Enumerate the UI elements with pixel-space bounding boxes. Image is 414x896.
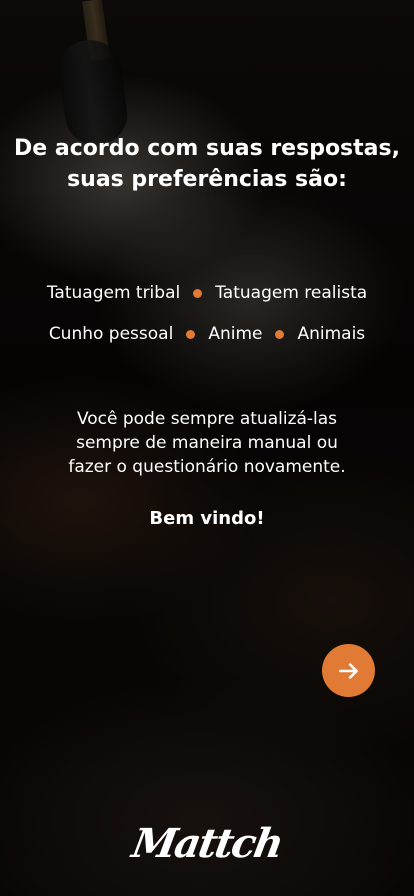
arrow-right-icon <box>338 662 358 679</box>
separator-dot-icon <box>193 288 203 298</box>
preference-tag: Anime <box>208 324 263 344</box>
info-text: Você pode sempre atualizá-las sempre de … <box>0 407 414 479</box>
preference-tag: Cunho pessoal <box>48 324 174 344</box>
preferences-list: Tatuagem tribal Tatuagem realista Cunho … <box>0 280 414 362</box>
preferences-row-1: Tatuagem tribal Tatuagem realista <box>0 280 414 306</box>
preference-tag: Tatuagem tribal <box>46 283 181 303</box>
preference-tag: Tatuagem realista <box>215 283 368 303</box>
separator-dot-icon <box>186 329 196 339</box>
separator-dot-icon <box>275 329 285 339</box>
welcome-text: Bem vindo! <box>149 508 265 529</box>
next-button[interactable] <box>322 644 375 697</box>
preference-tag: Animais <box>297 324 366 344</box>
preferences-result-screen: De acordo com suas respostas, suas prefe… <box>0 0 414 896</box>
info-line: Você pode sempre atualizá-las <box>76 409 338 429</box>
preferences-row-2: Cunho pessoal Anime Animais <box>0 321 414 347</box>
page-title: De acordo com suas respostas, suas prefe… <box>14 136 400 192</box>
info-line: fazer o questionário novamente. <box>68 457 346 477</box>
info-line: sempre de maneira manual ou <box>76 433 338 453</box>
app-logo: Mattch <box>128 820 286 867</box>
